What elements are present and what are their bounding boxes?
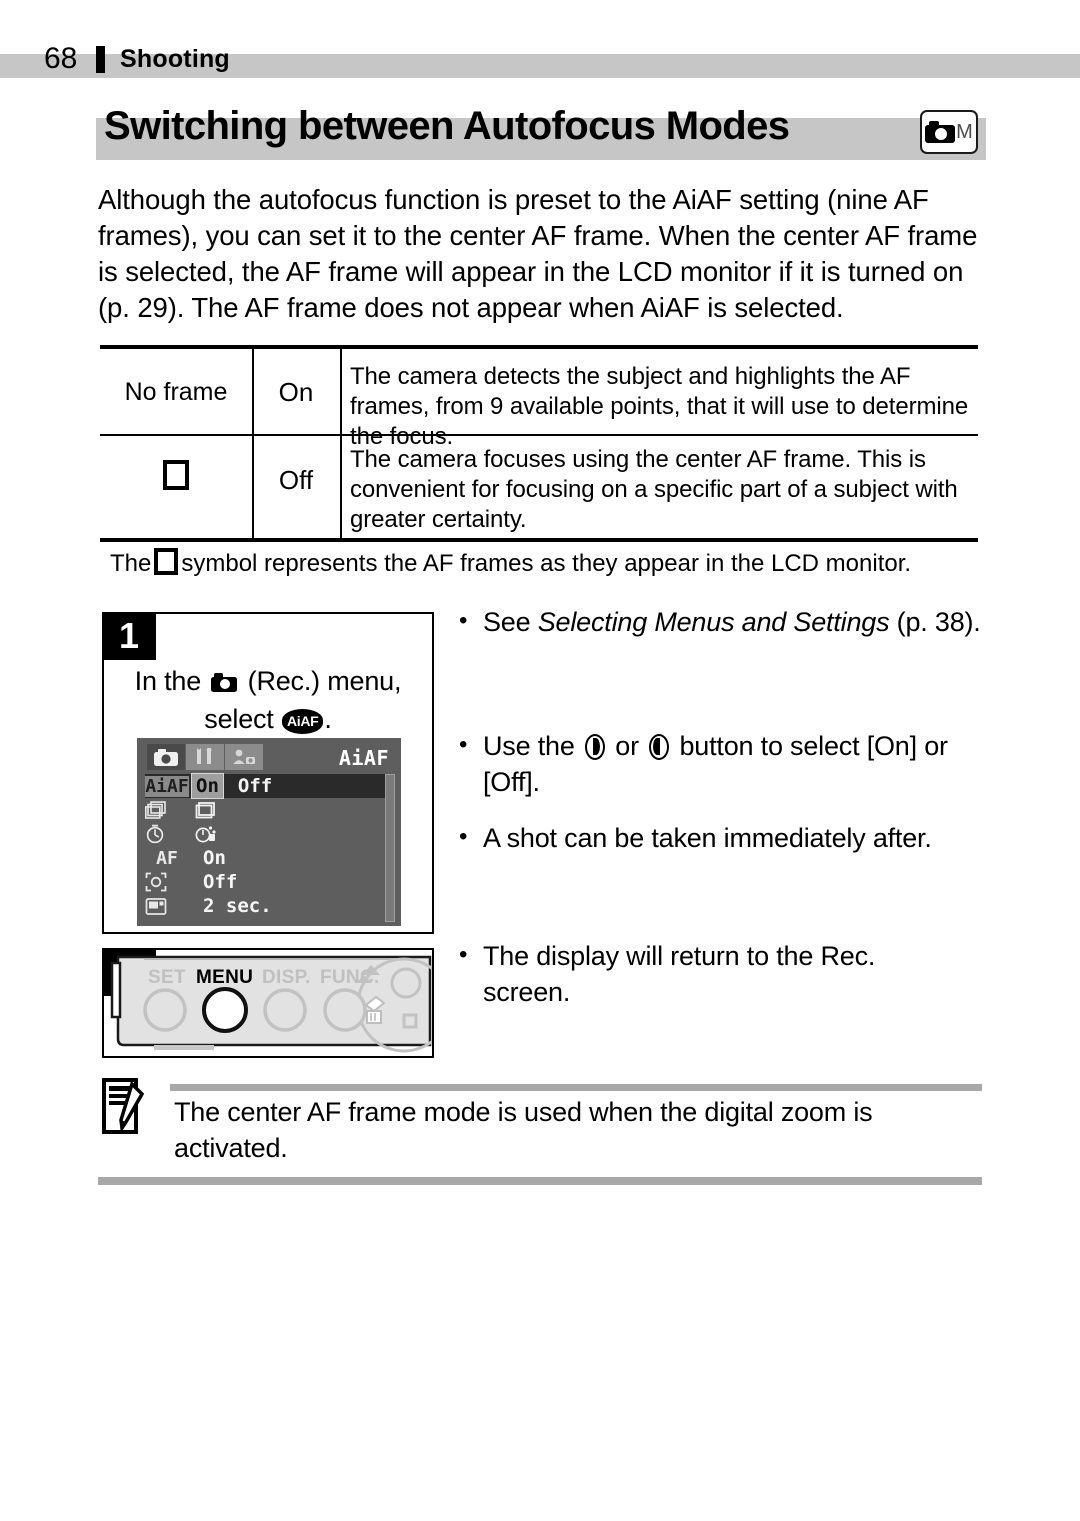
page-title-block: Switching between Autofocus Modes M	[96, 104, 986, 166]
lcd-row-aiaf[interactable]: AiAF On Off	[145, 773, 393, 799]
camera-icon	[211, 673, 238, 692]
lcd-menu-rows: AiAF On Off AF On Off 2 sec.	[145, 773, 393, 918]
self-timer-icon	[145, 824, 189, 844]
lcd-value-selected[interactable]: On	[191, 773, 224, 799]
step1-text-line2-after: .	[324, 704, 332, 734]
af-mode-table: No frame On The camera detects the subje…	[100, 345, 978, 542]
table-cell-state: Off	[278, 465, 314, 495]
section-name: Shooting	[120, 45, 230, 73]
bullet-1-after: (p. 38).	[889, 607, 981, 637]
step-1-instruction: In the (Rec.) menu, select AiAF.	[104, 662, 432, 738]
af-assist-icon: AF	[156, 847, 178, 869]
bullet-use-arrow-buttons: Use the or button to select [On] or [Off…	[455, 727, 1003, 800]
lcd-screen-title: AiAF	[338, 746, 389, 770]
table-cell-description: The camera detects the subject and highl…	[350, 363, 969, 450]
lcd-scrollbar[interactable]	[385, 774, 395, 922]
table-cell-symbol: No frame	[124, 378, 228, 406]
lcd-tab-camera[interactable]	[147, 744, 185, 770]
table-rule-bottom	[100, 538, 978, 542]
table-cell-state: On	[278, 377, 314, 407]
digital-zoom-icon	[145, 872, 189, 892]
lcd-row-self-timer[interactable]	[145, 822, 393, 846]
memo-pencil-icon	[102, 1078, 146, 1136]
review-icon	[145, 897, 189, 916]
table-caption: The symbol represents the AF frames as th…	[110, 548, 980, 580]
aiaf-icon: AiAF	[145, 775, 189, 797]
bullet-2-before: Use the	[483, 731, 582, 761]
table-vline-2	[340, 349, 342, 538]
camera-icon	[925, 121, 956, 143]
camera-button-label-set: SET	[148, 967, 186, 988]
bullet-2-middle: or	[607, 731, 647, 761]
lcd-row-drive-mode[interactable]	[145, 798, 393, 822]
step-1-box: 1 In the (Rec.) menu, select AiAF. AiAF …	[102, 612, 434, 934]
step-2-box: 2 SET MENU DISP.	[102, 948, 434, 1058]
mode-badge-letter: M	[956, 121, 973, 143]
note-rule-bottom	[98, 1177, 982, 1185]
intro-paragraph: Although the autofocus function is prese…	[98, 184, 978, 323]
af-frame-square-icon	[163, 460, 189, 490]
single-shot-icon[interactable]	[189, 801, 217, 819]
step1-text-after: (Rec.) menu,	[247, 666, 402, 696]
camera-back-illustration: SET MENU DISP. FUNC.	[104, 953, 432, 1057]
header-tick-mark	[96, 46, 105, 73]
page-number: 68	[44, 42, 78, 75]
bullet-see-reference: See Selecting Menus and Settings (p. 38)…	[455, 603, 1013, 640]
lcd-tab-setup[interactable]	[225, 744, 263, 770]
lcd-row-af-assist[interactable]: AF On	[145, 846, 393, 870]
running-head: 68 Shooting	[0, 42, 1080, 78]
page-title: Switching between Autofocus Modes	[104, 104, 790, 148]
caption-after: symbol represents the AF frames as they …	[181, 550, 912, 577]
camera-button-label-func: FUNC.	[320, 967, 380, 988]
lcd-value-other[interactable]: Off	[224, 775, 272, 797]
step1-text-before: In the	[134, 666, 202, 696]
lcd-value-other[interactable]: On	[189, 847, 226, 869]
bullet-shot-immediately: A shot can be taken immediately after.	[455, 819, 1003, 856]
lcd-tab-tools[interactable]	[186, 744, 224, 770]
step-number-badge: 1	[102, 612, 156, 660]
lcd-value-other[interactable]: Off	[189, 871, 237, 893]
bullet-1-before: See	[483, 607, 538, 637]
camera-button-label-menu[interactable]: MENU	[196, 967, 253, 989]
table-cell-description: The camera focuses using the center AF f…	[350, 446, 958, 533]
camera-button-label-disp: DISP.	[262, 967, 311, 988]
drive-mode-icon	[145, 801, 189, 819]
self-timer-value-icon[interactable]	[189, 824, 217, 844]
caption-before: The	[110, 550, 152, 577]
mode-badge: M	[920, 110, 978, 154]
lcd-value-other[interactable]: 2 sec.	[189, 895, 272, 917]
af-frame-square-icon	[154, 548, 179, 575]
step1-text-line2-before: select	[204, 704, 274, 734]
table-rule-top	[100, 345, 978, 349]
right-arrow-button-icon[interactable]	[649, 734, 670, 760]
lcd-row-digital-zoom[interactable]: Off	[145, 870, 393, 894]
left-arrow-button-icon[interactable]	[584, 734, 605, 760]
aiaf-badge-icon: AiAF	[281, 709, 324, 734]
lcd-tab-strip	[147, 744, 263, 770]
lcd-row-review[interactable]: 2 sec.	[145, 894, 393, 918]
note-rule-top	[170, 1084, 982, 1091]
note-text: The center AF frame mode is used when th…	[174, 1097, 873, 1163]
lcd-menu-screen: AiAF AiAF On Off AF On Off 2 sec.	[137, 738, 401, 926]
bullet-return-to-rec: The display will return to the Rec. scre…	[455, 937, 943, 1010]
table-cell-symbol	[100, 460, 252, 492]
bullet-1-italic: Selecting Menus and Settings	[537, 607, 890, 637]
